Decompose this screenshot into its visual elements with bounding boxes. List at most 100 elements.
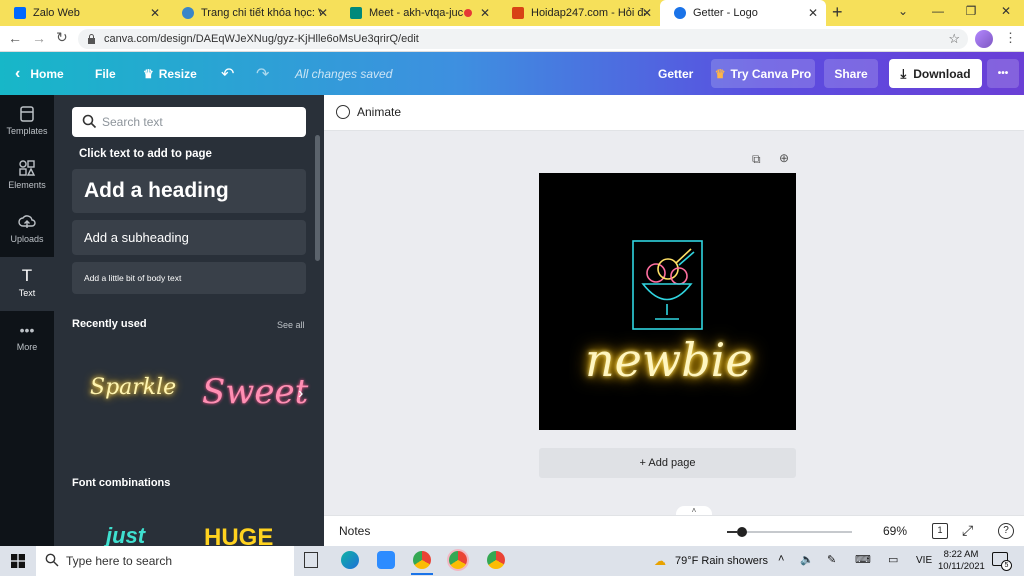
workspace-scrollbar[interactable] bbox=[1006, 131, 1016, 499]
rail-label: More bbox=[16, 342, 38, 352]
tab-close-icon[interactable]: ✕ bbox=[318, 6, 328, 20]
crown-icon: ♛ bbox=[714, 66, 726, 81]
tab-close-icon[interactable]: ✕ bbox=[480, 6, 490, 20]
tab-title: Meet - akh-vtqa-juc bbox=[369, 7, 464, 19]
minimize-icon[interactable]: — bbox=[928, 4, 948, 18]
text-panel: Search text Click text to add to page Ad… bbox=[54, 95, 332, 551]
home-button[interactable]: ‹ Home bbox=[15, 52, 64, 95]
clock-date: 10/11/2021 bbox=[938, 561, 985, 572]
keyboard-icon[interactable]: ⌨ bbox=[855, 553, 871, 566]
templates-icon bbox=[18, 105, 36, 123]
add-subheading-button[interactable]: Add a subheading bbox=[72, 220, 306, 255]
more-icon: ••• bbox=[19, 322, 35, 338]
rail-label: Templates bbox=[6, 126, 48, 136]
tray-chevron-icon[interactable]: ˄ bbox=[778, 553, 784, 565]
rail-more[interactable]: ••• More bbox=[0, 311, 54, 365]
zoom-app-icon[interactable] bbox=[377, 551, 395, 569]
rail-label: Elements bbox=[8, 180, 46, 190]
animate-button[interactable]: Animate bbox=[336, 105, 401, 119]
share-button[interactable]: Share bbox=[824, 59, 878, 88]
windows-start-icon[interactable] bbox=[11, 554, 25, 571]
search-text-input[interactable]: Search text bbox=[72, 107, 306, 137]
window-close-icon[interactable]: ✕ bbox=[996, 4, 1016, 18]
browser-menu-icon[interactable]: ⋮ bbox=[1004, 30, 1017, 46]
recently-used-heading: Recently used bbox=[72, 318, 147, 330]
resize-button[interactable]: ♛ Resize bbox=[143, 52, 197, 95]
task-view-icon[interactable] bbox=[304, 552, 318, 568]
url-field[interactable]: canva.com/design/DAEqWJeXNug/gyz-KjHlle6… bbox=[78, 29, 968, 49]
help-button[interactable]: ? bbox=[998, 523, 1014, 539]
tab-title: Hoidap247.com - Hỏi đáp bà bbox=[531, 7, 645, 19]
file-menu-button[interactable]: File bbox=[95, 52, 116, 95]
zoom-level[interactable]: 69% bbox=[883, 524, 907, 538]
recording-indicator-icon bbox=[464, 9, 472, 17]
chrome-profile-app-icon[interactable] bbox=[449, 551, 467, 569]
notes-button[interactable]: Notes bbox=[339, 524, 370, 538]
chrome-secondary-app-icon[interactable] bbox=[487, 551, 505, 569]
new-tab-button[interactable]: + bbox=[832, 2, 843, 23]
browser-tab-course[interactable]: Trang chi tiết khóa học: VẬT ✕ bbox=[168, 0, 336, 26]
zoom-slider-track[interactable] bbox=[737, 531, 852, 533]
sparkle-font-sample[interactable]: Sparkle bbox=[90, 375, 176, 400]
duplicate-page-icon[interactable]: ⧉ bbox=[752, 152, 761, 167]
language-indicator[interactable]: VIE bbox=[916, 555, 932, 566]
rail-elements[interactable]: Elements bbox=[0, 149, 54, 203]
browser-tab-hoidap[interactable]: Hoidap247.com - Hỏi đáp bà ✕ bbox=[498, 0, 660, 26]
download-button[interactable]: ⤓ Download bbox=[889, 59, 982, 88]
tab-close-icon[interactable]: ✕ bbox=[642, 6, 652, 20]
bookmark-star-icon[interactable]: ☆ bbox=[948, 31, 960, 47]
ice-cream-neon-logo[interactable] bbox=[539, 173, 796, 430]
search-icon bbox=[82, 114, 97, 132]
rail-text[interactable]: T Text bbox=[0, 257, 54, 311]
zoom-slider-thumb[interactable] bbox=[737, 527, 747, 537]
browser-tab-meet[interactable]: Meet - akh-vtqa-juc ✕ bbox=[336, 0, 498, 26]
add-body-text-button[interactable]: Add a little bit of body text bbox=[72, 262, 306, 294]
more-options-button[interactable]: ••• bbox=[987, 59, 1019, 88]
restore-icon[interactable]: ❐ bbox=[961, 4, 981, 18]
rail-templates[interactable]: Templates bbox=[0, 95, 54, 149]
rail-uploads[interactable]: Uploads bbox=[0, 203, 54, 257]
see-all-link[interactable]: See all bbox=[277, 320, 305, 330]
try-canva-pro-button[interactable]: ♛ Try Canva Pro bbox=[711, 59, 815, 88]
hoidap-favicon-icon bbox=[512, 7, 524, 19]
undo-icon[interactable]: ↶ bbox=[221, 52, 234, 95]
taskbar-search-input[interactable]: Type here to search bbox=[36, 546, 294, 576]
add-page-icon[interactable]: ⊕ bbox=[779, 151, 789, 165]
reload-icon[interactable]: ↻ bbox=[56, 29, 68, 46]
back-icon[interactable]: ← bbox=[8, 30, 22, 46]
add-page-button[interactable]: + Add page bbox=[539, 448, 796, 478]
clock[interactable]: 8:22 AM 10/11/2021 bbox=[938, 549, 985, 573]
uploads-icon bbox=[18, 213, 36, 231]
display-icon[interactable]: ▭ bbox=[888, 553, 898, 566]
redo-icon[interactable]: ↷ bbox=[256, 52, 269, 95]
tab-search-chevron-icon[interactable]: ⌄ bbox=[893, 4, 913, 18]
browser-tab-zalo[interactable]: Zalo Web ✕ bbox=[0, 0, 168, 26]
browser-tab-getter[interactable]: Getter - Logo ✕ bbox=[660, 0, 826, 26]
panel-scrollbar[interactable] bbox=[315, 135, 320, 261]
volume-icon[interactable]: 🔈 bbox=[800, 553, 814, 566]
newbie-logo-text[interactable]: newbie bbox=[585, 333, 753, 387]
carousel-next-icon[interactable]: › bbox=[298, 385, 303, 403]
profile-avatar[interactable] bbox=[975, 30, 993, 48]
pen-icon[interactable]: ✎ bbox=[827, 553, 836, 566]
document-title[interactable]: Getter bbox=[658, 52, 693, 95]
crown-icon: ♛ bbox=[143, 66, 154, 81]
notes-bar: Notes 69% 1 ⤢ ? bbox=[324, 515, 1024, 546]
edge-app-icon[interactable] bbox=[341, 551, 359, 569]
resize-label: Resize bbox=[158, 66, 197, 81]
sweet-font-sample[interactable]: Sweet bbox=[202, 372, 308, 412]
chrome-app-icon[interactable] bbox=[413, 551, 431, 569]
tab-close-icon[interactable]: ✕ bbox=[150, 6, 160, 20]
design-page[interactable]: newbie bbox=[539, 173, 796, 430]
fullscreen-icon[interactable]: ⤢ bbox=[962, 522, 973, 539]
tab-close-icon[interactable]: ✕ bbox=[808, 6, 818, 20]
weather-text[interactable]: 79°F Rain showers bbox=[675, 555, 768, 567]
notification-count-badge: 5 bbox=[1001, 560, 1012, 571]
page-number-button[interactable]: 1 bbox=[932, 523, 948, 539]
address-bar-row: ← → ↻ canva.com/design/DAEqWJeXNug/gyz-K… bbox=[0, 26, 1024, 52]
windows-taskbar: Type here to search ☁ 79°F Rain showers … bbox=[0, 546, 1024, 576]
click-to-add-hint: Click text to add to page bbox=[79, 148, 212, 160]
add-heading-button[interactable]: Add a heading bbox=[72, 169, 306, 213]
zoom-out-icon[interactable] bbox=[727, 531, 737, 533]
forward-icon[interactable]: → bbox=[32, 30, 46, 46]
